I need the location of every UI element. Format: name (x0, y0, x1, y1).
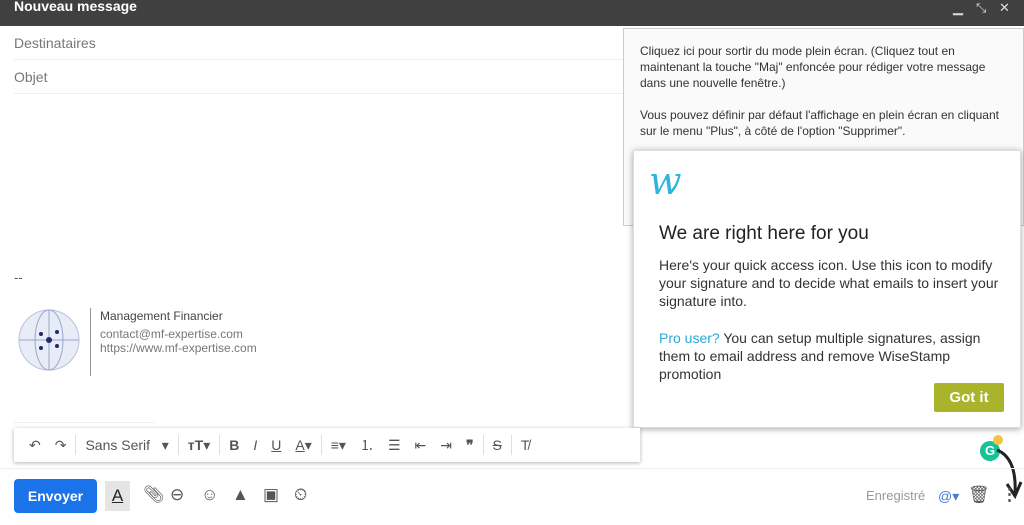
signature-url[interactable]: https://www.mf-expertise.com (100, 341, 257, 355)
popup-title: We are right here for you (659, 223, 869, 244)
drive-icon[interactable]: ▲ (232, 485, 249, 505)
photo-icon[interactable]: ▣ (263, 485, 279, 505)
pro-user-link[interactable]: Pro user? (659, 330, 720, 346)
signature-email[interactable]: contact@mf-expertise.com (100, 327, 243, 341)
attach-icon[interactable]: 📎︎ (143, 485, 165, 505)
indent-less-icon[interactable]: ⇤ (415, 437, 427, 454)
signature-separator: -- (14, 270, 23, 285)
indent-more-icon[interactable]: ⇥ (440, 437, 452, 454)
underline-icon[interactable]: U (271, 437, 281, 453)
text-color-icon[interactable]: A▾ (295, 437, 311, 454)
format-toolbar: ↶ ↷ Sans Serif ▾ ᴛT▾ B I U A▾ ≡▾ ⒈ ☰ ⇤ ⇥… (14, 428, 640, 462)
got-it-button[interactable]: Got it (934, 383, 1004, 412)
popup-body: Here's your quick access icon. Use this … (659, 257, 999, 309)
formatting-options-icon[interactable]: A (105, 481, 130, 511)
numbered-list-icon[interactable]: ⒈ (360, 435, 374, 455)
recipients-field[interactable]: Destinataires (14, 26, 624, 60)
bold-icon[interactable]: B (229, 437, 239, 453)
align-icon[interactable]: ≡▾ (331, 437, 346, 454)
quote-icon[interactable]: ❞ (466, 437, 474, 454)
more-options-icon[interactable]: ⋮ (1001, 485, 1018, 505)
font-size-icon[interactable]: ᴛT▾ (188, 437, 210, 454)
popup-pro-text: Pro user? You can setup multiple signatu… (659, 329, 1004, 383)
save-status: Enregistré (866, 488, 926, 503)
italic-icon[interactable]: I (253, 437, 257, 453)
font-select[interactable]: Sans Serif ▾ (85, 437, 168, 454)
globe-logo (18, 309, 80, 371)
close-icon[interactable]: ✕ (999, 0, 1010, 16)
divider (14, 422, 155, 423)
remove-formatting-icon[interactable]: T̸ (521, 437, 530, 453)
wisestamp-signature-icon[interactable]: @▾ (938, 488, 959, 505)
tooltip-text-2: Vous pouvez définir par défaut l'afficha… (640, 108, 999, 138)
trash-icon[interactable]: 🗑︎ (968, 485, 990, 505)
subject-field[interactable]: Objet (14, 60, 624, 94)
redo-icon[interactable]: ↷ (55, 437, 67, 454)
signature-name: Management Financier (100, 309, 223, 323)
minimize-icon[interactable]: ▁ (953, 0, 963, 16)
link-icon[interactable]: ⊖ (170, 485, 184, 505)
compose-title: Nouveau message (14, 0, 137, 14)
exit-fullscreen-icon[interactable]: ⤡ (976, 0, 986, 16)
wisestamp-popup: w We are right here for you Here's your … (633, 150, 1021, 428)
divider (0, 468, 1024, 469)
grammarly-alert-badge (993, 435, 1003, 445)
signature-divider (90, 308, 91, 376)
confidential-mode-icon[interactable]: ⏲ (294, 485, 307, 505)
bulleted-list-icon[interactable]: ☰ (388, 437, 401, 454)
send-button[interactable]: Envoyer (14, 479, 97, 513)
undo-icon[interactable]: ↶ (29, 437, 41, 454)
tooltip-text-1: Cliquez ici pour sortir du mode plein éc… (640, 44, 986, 90)
strikethrough-icon[interactable]: S (493, 437, 502, 453)
compose-header: Nouveau message ▁ ⤡ ✕ (0, 0, 1024, 26)
font-name: Sans Serif (85, 436, 151, 453)
wisestamp-logo: w (649, 159, 682, 203)
emoji-icon[interactable]: ☺ (201, 485, 218, 505)
